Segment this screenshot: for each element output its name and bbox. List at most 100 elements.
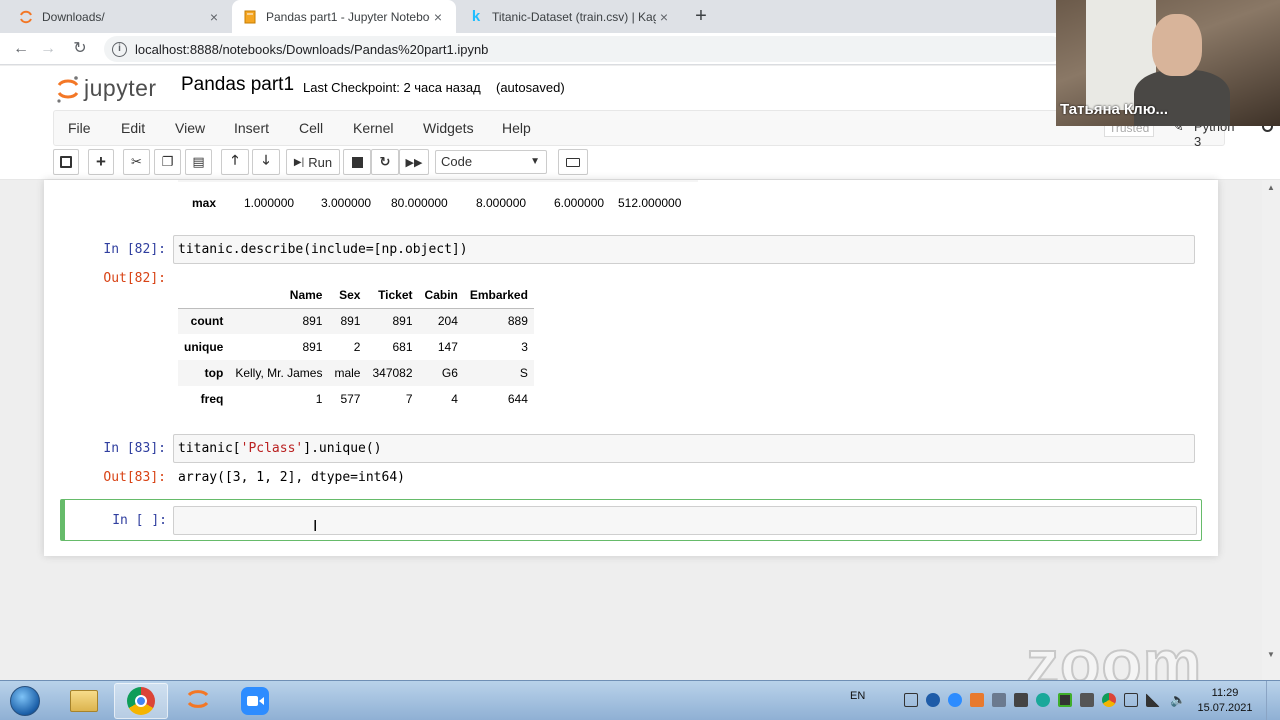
move-up-button[interactable]: 🡑	[221, 149, 249, 175]
tray-network-bars-icon[interactable]	[1146, 693, 1160, 707]
kaggle-icon: k	[471, 8, 481, 25]
menu-cell[interactable]: Cell	[299, 120, 323, 136]
tray-zoom-icon[interactable]	[948, 693, 962, 707]
tray-app-icon[interactable]	[1058, 693, 1072, 707]
page-scrollbar[interactable]: ▲ ▼	[1262, 180, 1280, 680]
tray-app-icon[interactable]	[1036, 693, 1050, 707]
close-icon[interactable]: ×	[430, 9, 446, 25]
selected-empty-cell[interactable]: In [ ]:	[60, 499, 1202, 541]
scissors-icon: ✂	[131, 154, 142, 169]
info-icon[interactable]: i	[112, 41, 127, 57]
tab-kaggle[interactable]: k Titanic-Dataset (train.csv) | Kaggle ×	[458, 0, 682, 33]
arrow-down-icon: 🡓	[262, 152, 270, 167]
move-down-button[interactable]: 🡓	[252, 149, 280, 175]
table-row: freq 1 577 7 4 644	[178, 386, 534, 412]
code-input[interactable]: titanic['Pclass'].unique()	[173, 434, 1195, 463]
table-cell: 147	[437, 340, 458, 354]
menu-bar: File Edit View Insert Cell Kernel Widget…	[53, 110, 1273, 149]
zoom-app-icon	[241, 687, 269, 715]
output-text: array([3, 1, 2], dtype=int64)	[178, 470, 405, 485]
tray-volume-icon[interactable]: 🔈	[1170, 693, 1186, 707]
insert-cell-button[interactable]: +	[88, 149, 114, 175]
taskbar-jupyter[interactable]	[171, 683, 225, 719]
menu-edit[interactable]: Edit	[121, 120, 145, 136]
save-button[interactable]	[53, 149, 79, 175]
cell-value: 512.000000	[618, 196, 682, 210]
row-index: top	[204, 366, 224, 380]
tab-title: Titanic-Dataset (train.csv) | Kaggle	[492, 9, 656, 24]
jupyter-icon	[18, 9, 34, 25]
tray-chrome-icon[interactable]	[1102, 693, 1116, 707]
paste-icon: ▤	[192, 154, 205, 169]
table-cell: 1	[315, 392, 323, 406]
close-icon[interactable]: ×	[656, 9, 672, 25]
table-cell: 891	[392, 314, 413, 329]
menu-widgets[interactable]: Widgets	[423, 120, 474, 136]
taskbar-chrome[interactable]	[114, 683, 168, 719]
new-tab-button[interactable]: +	[690, 4, 712, 28]
table-row: unique 891 2 681 147 3	[178, 334, 534, 360]
url-text: localhost:8888/notebooks/Downloads/Panda…	[135, 41, 489, 57]
cell-type-select[interactable]: Code ▼	[435, 150, 547, 174]
forward-icon[interactable]: →	[37, 38, 59, 60]
reload-icon[interactable]: ↻	[69, 38, 91, 60]
tab-pandas-notebook[interactable]: Pandas part1 - Jupyter Notebook ×	[232, 0, 456, 33]
participant-name: Татьяна Клю...	[1060, 101, 1169, 118]
code-string: 'Pclass'	[240, 441, 304, 456]
taskbar-zoom[interactable]	[228, 683, 282, 719]
system-clock[interactable]: 11:29 15.07.2021	[1196, 686, 1254, 716]
menu-file[interactable]: File	[68, 120, 91, 136]
language-indicator[interactable]: EN	[850, 690, 865, 702]
run-step-icon: ▶|	[293, 156, 305, 168]
notebook-name[interactable]: Pandas part1	[181, 74, 294, 96]
tab-title: Downloads/	[42, 9, 105, 24]
restart-icon: ↻	[379, 154, 391, 169]
restart-run-all-button[interactable]: ▶▶	[399, 149, 429, 175]
table-cell: 3	[521, 340, 528, 354]
tray-monitor-icon[interactable]	[1124, 693, 1138, 707]
clock-date: 15.07.2021	[1197, 702, 1253, 714]
table-cell: 2	[353, 340, 361, 354]
row-index: count	[190, 314, 224, 329]
interrupt-button[interactable]	[343, 149, 371, 175]
jupyter-logo[interactable]: jupyter	[56, 72, 157, 104]
code-input[interactable]	[173, 506, 1197, 535]
taskbar-explorer[interactable]	[57, 683, 111, 719]
table-cell: S	[519, 366, 528, 380]
close-icon[interactable]: ×	[206, 9, 222, 25]
clock-time: 11:29	[1211, 687, 1239, 699]
run-button[interactable]: ▶| Run	[286, 149, 340, 175]
paste-button[interactable]: ▤	[185, 149, 212, 175]
tray-bluetooth-icon[interactable]	[926, 693, 940, 707]
table-cell: 891	[302, 314, 323, 329]
menu-view[interactable]: View	[175, 120, 205, 136]
start-button[interactable]	[4, 683, 46, 719]
cell-value: 80.000000	[391, 196, 448, 210]
tray-app-icon[interactable]	[992, 693, 1006, 707]
code-input[interactable]: titanic.describe(include=[np.object])	[173, 235, 1195, 264]
tray-app-icon[interactable]	[1014, 693, 1028, 707]
code-suffix: ].unique()	[303, 441, 382, 456]
table-cell: 681	[392, 340, 413, 354]
menu-insert[interactable]: Insert	[234, 120, 269, 136]
table-cell: 577	[340, 392, 361, 406]
fast-forward-icon: ▶▶	[405, 156, 423, 169]
copy-button[interactable]: ❐	[154, 149, 181, 175]
webcam-video-tile[interactable]: Татьяна Клю...	[1056, 0, 1280, 126]
scroll-up-icon[interactable]: ▲	[1267, 183, 1275, 192]
show-desktop-button[interactable]	[1266, 681, 1280, 720]
describe-table: Name Sex Ticket Cabin Embarked count 891…	[178, 282, 534, 412]
cut-button[interactable]: ✂	[123, 149, 150, 175]
scroll-down-icon[interactable]: ▼	[1267, 650, 1275, 659]
stop-icon	[351, 156, 363, 168]
tray-network-icon[interactable]	[904, 693, 918, 707]
menu-help[interactable]: Help	[502, 120, 531, 136]
restart-button[interactable]: ↻	[371, 149, 399, 175]
menu-kernel[interactable]: Kernel	[353, 120, 393, 136]
tray-app-icon[interactable]	[970, 693, 984, 707]
tab-downloads[interactable]: Downloads/ ×	[8, 0, 232, 33]
command-palette-button[interactable]	[558, 149, 588, 175]
url-input[interactable]: i localhost:8888/notebooks/Downloads/Pan…	[104, 36, 1064, 62]
back-icon[interactable]: ←	[10, 38, 32, 60]
tray-app-icon[interactable]	[1080, 693, 1094, 707]
